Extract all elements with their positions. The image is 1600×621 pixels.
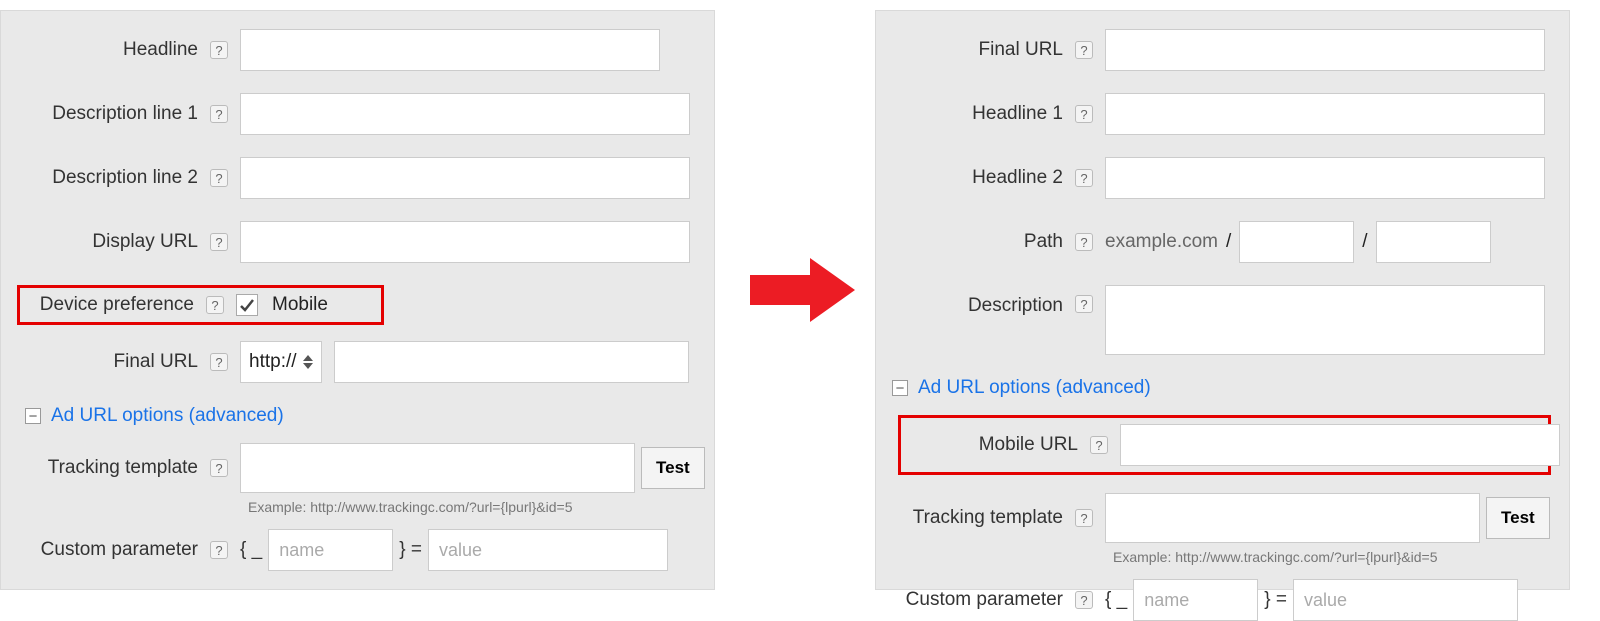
desc1-input[interactable]: [240, 93, 690, 135]
custom-name-input[interactable]: [1133, 579, 1258, 621]
row-mobile-url: Mobile URL ?: [901, 424, 1540, 466]
arrow-right-icon: [740, 250, 860, 330]
ad-url-options-toggle[interactable]: − Ad URL options (advanced): [25, 405, 696, 427]
help-icon[interactable]: ?: [210, 41, 228, 59]
mobile-url-highlight: Mobile URL ?: [898, 415, 1551, 475]
headline-label: Headline: [11, 39, 206, 61]
test-button[interactable]: Test: [1486, 497, 1550, 539]
headline2-input[interactable]: [1105, 157, 1545, 199]
help-icon[interactable]: ?: [210, 169, 228, 187]
path-sep: /: [1226, 231, 1231, 253]
row-tracking-template: Tracking template ? Test: [11, 443, 696, 493]
help-icon[interactable]: ?: [206, 296, 224, 314]
brace-open: { _: [1105, 589, 1127, 611]
row-tracking-template: Tracking template ? Test: [886, 493, 1551, 543]
custom-value-input[interactable]: [1293, 579, 1518, 621]
ad-url-options-label: Ad URL options (advanced): [51, 405, 284, 427]
custom-parameter-label: Custom parameter: [886, 589, 1071, 611]
help-icon[interactable]: ?: [1075, 591, 1093, 609]
description-label: Description: [886, 295, 1071, 317]
brace-close: } =: [399, 539, 422, 561]
headline-input[interactable]: [240, 29, 660, 71]
final-url-input[interactable]: [1105, 29, 1545, 71]
row-headline1: Headline 1 ?: [886, 93, 1551, 135]
tracking-template-label: Tracking template: [11, 457, 206, 479]
row-final-url: Final URL ?: [886, 29, 1551, 71]
device-preference-highlight: Device preference ? Mobile: [17, 285, 384, 325]
row-display-url: Display URL ?: [11, 221, 696, 263]
help-icon[interactable]: ?: [210, 459, 228, 477]
headline1-label: Headline 1: [886, 103, 1071, 125]
help-icon[interactable]: ?: [210, 353, 228, 371]
brace-close: } =: [1264, 589, 1287, 611]
headline1-input[interactable]: [1105, 93, 1545, 135]
desc2-label: Description line 2: [11, 167, 206, 189]
tracking-template-label: Tracking template: [886, 507, 1071, 529]
protocol-select[interactable]: http://: [240, 341, 322, 383]
row-description: Description ?: [886, 285, 1551, 355]
final-url-label: Final URL: [11, 351, 206, 373]
protocol-value: http://: [249, 351, 297, 373]
path-sep: /: [1362, 231, 1367, 253]
row-path: Path ? example.com / /: [886, 221, 1551, 263]
path-label: Path: [886, 231, 1071, 253]
mobile-checkbox-label: Mobile: [272, 294, 328, 316]
row-custom-parameter: Custom parameter ? { _ } =: [886, 579, 1551, 621]
stepper-icon: [303, 355, 313, 369]
tracking-template-input[interactable]: [240, 443, 635, 493]
tracking-template-input[interactable]: [1105, 493, 1480, 543]
mobile-url-input[interactable]: [1120, 424, 1560, 466]
row-desc2: Description line 2 ?: [11, 157, 696, 199]
help-icon[interactable]: ?: [1075, 509, 1093, 527]
mobile-checkbox[interactable]: [236, 294, 258, 316]
tracking-hint: Example: http://www.trackingc.com/?url={…: [1113, 549, 1551, 565]
row-desc1: Description line 1 ?: [11, 93, 696, 135]
help-icon[interactable]: ?: [1075, 233, 1093, 251]
device-preference-label: Device preference: [24, 294, 202, 316]
path-domain: example.com: [1105, 231, 1218, 253]
row-final-url: Final URL ? http://: [11, 341, 696, 383]
desc2-input[interactable]: [240, 157, 690, 199]
help-icon[interactable]: ?: [210, 233, 228, 251]
custom-value-input[interactable]: [428, 529, 668, 571]
comparison-arrow: [725, 0, 875, 580]
tracking-hint: Example: http://www.trackingc.com/?url={…: [248, 499, 696, 515]
row-headline: Headline ?: [11, 29, 696, 71]
row-device-preference: Device preference ? Mobile: [24, 294, 377, 316]
brace-open: { _: [240, 539, 262, 561]
help-icon[interactable]: ?: [1090, 436, 1108, 454]
panel-right: Final URL ? Headline 1 ? Headline 2 ? Pa…: [875, 10, 1570, 590]
checkmark-icon: [238, 296, 256, 314]
help-icon[interactable]: ?: [1075, 295, 1093, 313]
final-url-label: Final URL: [886, 39, 1071, 61]
collapse-icon: −: [25, 408, 41, 424]
display-url-label: Display URL: [11, 231, 206, 253]
help-icon[interactable]: ?: [1075, 41, 1093, 59]
ad-url-options-label: Ad URL options (advanced): [918, 377, 1151, 399]
test-button[interactable]: Test: [641, 447, 705, 489]
row-headline2: Headline 2 ?: [886, 157, 1551, 199]
desc1-label: Description line 1: [11, 103, 206, 125]
display-url-input[interactable]: [240, 221, 690, 263]
panel-left: Headline ? Description line 1 ? Descript…: [0, 10, 715, 590]
description-input[interactable]: [1105, 285, 1545, 355]
headline2-label: Headline 2: [886, 167, 1071, 189]
collapse-icon: −: [892, 380, 908, 396]
row-custom-parameter: Custom parameter ? { _ } =: [11, 529, 696, 571]
custom-parameter-label: Custom parameter: [11, 539, 206, 561]
help-icon[interactable]: ?: [1075, 169, 1093, 187]
path1-input[interactable]: [1239, 221, 1354, 263]
mobile-url-label: Mobile URL: [901, 434, 1086, 456]
help-icon[interactable]: ?: [210, 105, 228, 123]
final-url-input[interactable]: [334, 341, 689, 383]
ad-url-options-toggle[interactable]: − Ad URL options (advanced): [892, 377, 1551, 399]
help-icon[interactable]: ?: [210, 541, 228, 559]
path2-input[interactable]: [1376, 221, 1491, 263]
help-icon[interactable]: ?: [1075, 105, 1093, 123]
custom-name-input[interactable]: [268, 529, 393, 571]
